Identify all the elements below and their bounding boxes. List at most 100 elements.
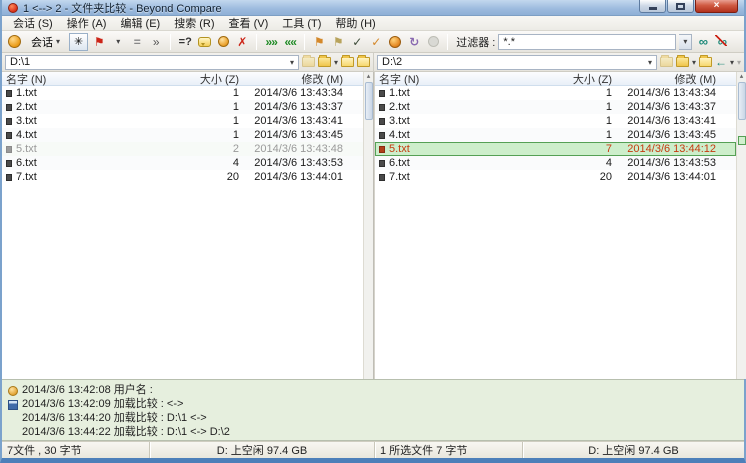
equals-icon[interactable]: = bbox=[129, 33, 145, 50]
file-row[interactable]: 7.txt202014/3/6 13:44:01 bbox=[2, 170, 363, 184]
file-row[interactable]: 2.txt12014/3/6 13:43:37 bbox=[375, 100, 736, 114]
folder-dropdown-icon[interactable]: ▾ bbox=[334, 58, 338, 67]
file-row[interactable]: 6.txt42014/3/6 13:43:53 bbox=[375, 156, 736, 170]
filter-dropdown-button[interactable]: ▾ bbox=[679, 34, 692, 50]
left-file-list: 名字 (N)大小 (Z)修改 (M)1.txt12014/3/6 13:43:3… bbox=[2, 72, 363, 184]
left-scrollbar[interactable]: ▴ bbox=[363, 72, 373, 379]
swap-dropdown-icon[interactable]: ▾ bbox=[730, 58, 734, 67]
menu-item[interactable]: 工具 (T) bbox=[275, 14, 328, 32]
minimize-button[interactable] bbox=[639, 0, 666, 13]
app-icon bbox=[8, 3, 18, 13]
file-row[interactable]: 6.txt42014/3/6 13:43:53 bbox=[2, 156, 363, 170]
scrollbar-thumb[interactable] bbox=[738, 82, 746, 120]
log-line: 2014/3/6 13:42:08 用户名 : bbox=[22, 383, 744, 397]
beyond-compare-window: 1 <--> 2 - 文件夹比较 - Beyond Compare × 会话 (… bbox=[0, 0, 746, 463]
sessions-button[interactable]: 会话 ▾ bbox=[25, 33, 66, 51]
file-size: 1 bbox=[560, 101, 612, 113]
browse-folder-icon[interactable] bbox=[660, 57, 673, 67]
flag-dropdown-icon[interactable]: ▾ bbox=[110, 33, 126, 50]
file-modified: 2014/3/6 13:43:41 bbox=[239, 115, 343, 127]
sync-orb-icon[interactable] bbox=[387, 33, 403, 50]
column-header[interactable]: 大小 (Z) bbox=[560, 72, 612, 87]
right-scrollbar[interactable]: ▴ bbox=[736, 72, 746, 379]
check-orange-icon[interactable]: ✓ bbox=[368, 33, 384, 50]
column-header[interactable]: 大小 (Z) bbox=[187, 72, 239, 87]
file-icon bbox=[6, 146, 12, 153]
file-name: 7.txt bbox=[16, 171, 37, 183]
session-settings-icon[interactable] bbox=[215, 33, 231, 50]
glasses-off-icon[interactable]: ∞ bbox=[714, 33, 730, 50]
column-header[interactable]: 修改 (M) bbox=[612, 72, 716, 87]
right-path-input[interactable]: D:\2 ▾ bbox=[377, 55, 657, 70]
bc-home-icon[interactable] bbox=[6, 33, 22, 50]
file-row[interactable]: 4.txt12014/3/6 13:43:45 bbox=[2, 128, 363, 142]
log-gutter bbox=[4, 383, 22, 440]
file-name: 2.txt bbox=[16, 101, 37, 113]
menu-item[interactable]: 查看 (V) bbox=[222, 14, 276, 32]
column-header[interactable]: 名字 (N) bbox=[375, 72, 560, 87]
left-path-input[interactable]: D:\1 ▾ bbox=[5, 55, 299, 70]
browse-folder-icon[interactable] bbox=[302, 57, 315, 67]
file-row[interactable]: 1.txt12014/3/6 13:43:34 bbox=[375, 86, 736, 100]
menu-item[interactable]: 帮助 (H) bbox=[328, 14, 382, 32]
scrollbar-thumb[interactable] bbox=[365, 82, 373, 120]
delete-icon[interactable]: ✗ bbox=[234, 33, 250, 50]
flag-icon[interactable]: ⚑ bbox=[91, 33, 107, 50]
open-folder-icon[interactable] bbox=[676, 57, 689, 67]
right-files-summary: 1 所选文件 7 字节 bbox=[375, 442, 523, 458]
refresh-icon[interactable]: ↻ bbox=[406, 33, 422, 50]
menu-item[interactable]: 会话 (S) bbox=[6, 14, 60, 32]
scroll-up-icon[interactable]: ▴ bbox=[740, 72, 744, 82]
glasses-icon[interactable]: ∞ bbox=[695, 33, 711, 50]
title-bar[interactable]: 1 <--> 2 - 文件夹比较 - Beyond Compare × bbox=[2, 0, 744, 16]
view-filter-toggle-button[interactable]: ✳ bbox=[69, 33, 88, 51]
copy-to-right-icon[interactable]: »» bbox=[263, 33, 279, 50]
window-controls: × bbox=[638, 0, 738, 13]
copy-to-left-icon[interactable]: «« bbox=[282, 33, 298, 50]
menu-item[interactable]: 编辑 (E) bbox=[113, 14, 167, 32]
file-name-cell: 5.txt bbox=[375, 143, 560, 155]
log-panel: 2014/3/6 13:42:08 用户名 :2014/3/6 13:42:09… bbox=[2, 379, 744, 441]
toolbar-overflow-icon[interactable]: » bbox=[148, 33, 164, 50]
file-icon bbox=[379, 90, 385, 97]
menu-bar: 会话 (S)操作 (A)编辑 (E)搜索 (R)查看 (V)工具 (T)帮助 (… bbox=[2, 16, 744, 31]
open-folder-icon[interactable] bbox=[318, 57, 331, 67]
close-button[interactable]: × bbox=[695, 0, 738, 13]
toolbar-separator bbox=[170, 34, 171, 50]
rules-compare-icon[interactable]: =? bbox=[177, 33, 193, 50]
file-name: 6.txt bbox=[16, 157, 37, 169]
show-same-icon[interactable]: ⚑ bbox=[330, 33, 346, 50]
menu-item[interactable]: 搜索 (R) bbox=[167, 14, 221, 32]
file-name: 1.txt bbox=[16, 87, 37, 99]
parent-folder-icon[interactable] bbox=[341, 57, 354, 67]
folder-dropdown-icon[interactable]: ▾ bbox=[692, 58, 696, 67]
file-row[interactable]: 3.txt12014/3/6 13:43:41 bbox=[375, 114, 736, 128]
file-row[interactable]: 1.txt12014/3/6 13:43:34 bbox=[2, 86, 363, 100]
check-icon[interactable]: ✓ bbox=[349, 33, 365, 50]
explore-folder-icon[interactable] bbox=[357, 57, 370, 67]
file-row[interactable]: 7.txt202014/3/6 13:44:01 bbox=[375, 170, 736, 184]
comment-icon[interactable] bbox=[196, 33, 212, 50]
column-header[interactable]: 名字 (N) bbox=[2, 72, 187, 87]
file-row[interactable]: 5.txt22014/3/6 13:43:48 bbox=[2, 142, 363, 156]
file-icon bbox=[379, 104, 385, 111]
diff-location-marker[interactable] bbox=[738, 136, 746, 145]
file-row[interactable]: 5.txt72014/3/6 13:44:12 bbox=[375, 142, 736, 156]
file-modified: 2014/3/6 13:43:37 bbox=[239, 101, 343, 113]
chevron-down-icon[interactable]: ▾ bbox=[648, 58, 652, 67]
file-row[interactable]: 3.txt12014/3/6 13:43:41 bbox=[2, 114, 363, 128]
file-row[interactable]: 2.txt12014/3/6 13:43:37 bbox=[2, 100, 363, 114]
filter-label: 过滤器 : bbox=[456, 34, 495, 50]
chevron-down-icon[interactable]: ▾ bbox=[290, 58, 294, 67]
parent-folder-icon[interactable] bbox=[699, 57, 712, 67]
maximize-button[interactable] bbox=[667, 0, 694, 13]
scroll-up-icon[interactable]: ▴ bbox=[367, 72, 371, 82]
log-save-icon[interactable] bbox=[8, 400, 18, 410]
menu-item[interactable]: 操作 (A) bbox=[60, 14, 114, 32]
swap-sides-icon[interactable]: ← bbox=[715, 55, 727, 69]
show-differences-icon[interactable]: ⚑ bbox=[311, 33, 327, 50]
column-header[interactable]: 修改 (M) bbox=[239, 72, 343, 87]
file-modified: 2014/3/6 13:43:45 bbox=[612, 129, 716, 141]
filter-input[interactable]: *.* bbox=[498, 34, 676, 50]
file-row[interactable]: 4.txt12014/3/6 13:43:45 bbox=[375, 128, 736, 142]
